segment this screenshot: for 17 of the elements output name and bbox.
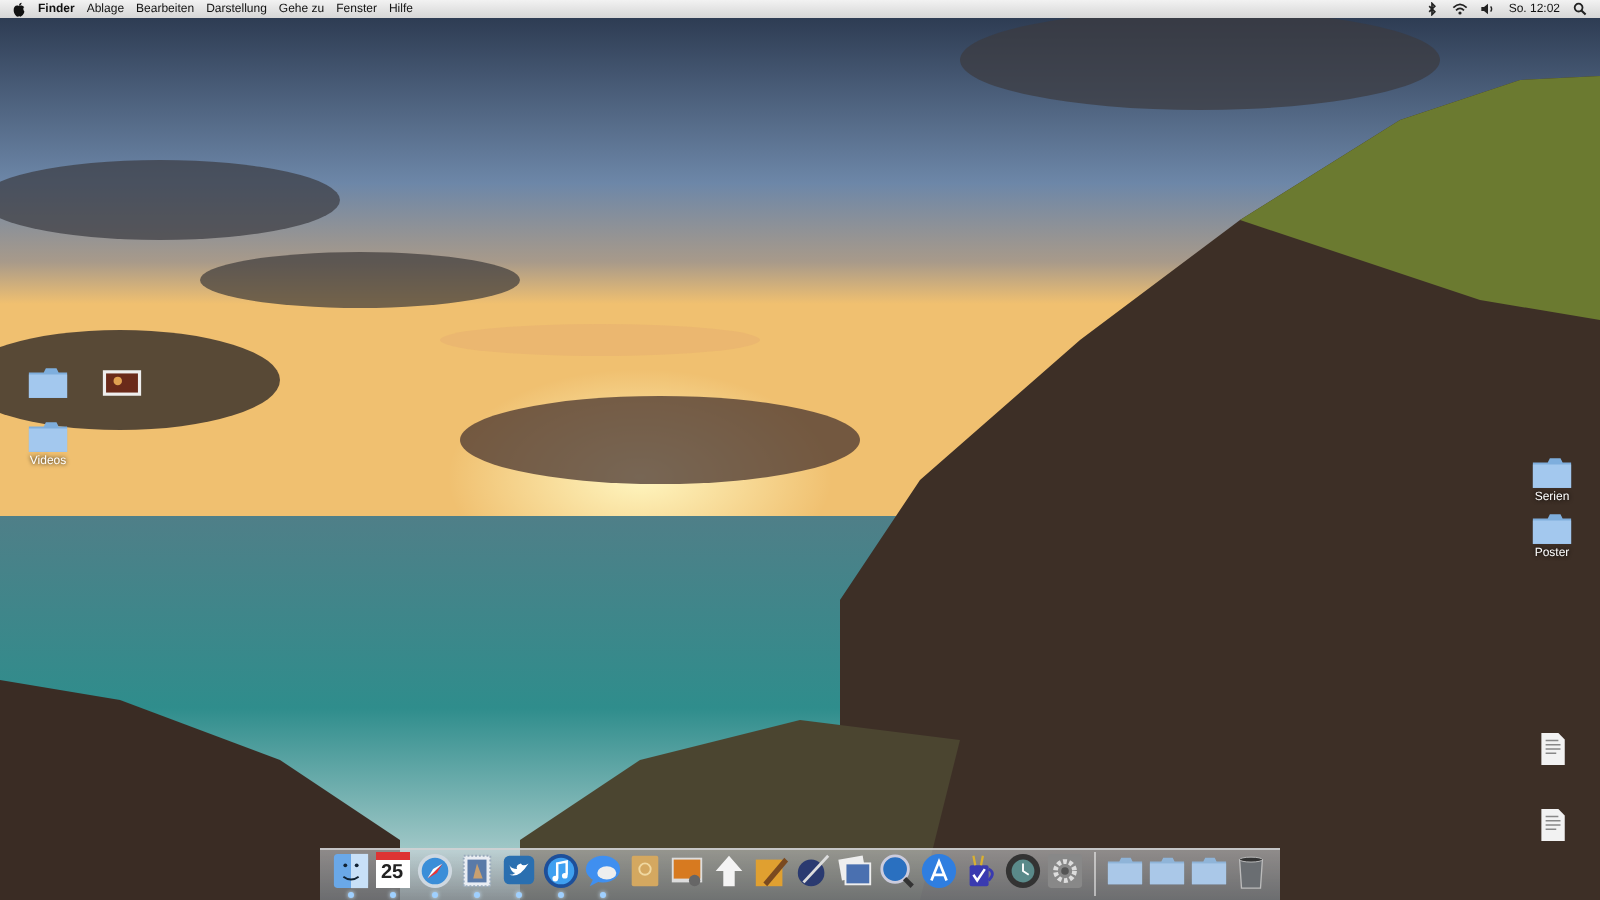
bluetooth-icon[interactable]	[1424, 2, 1441, 16]
letter-a-icon[interactable]	[919, 852, 957, 890]
wifi-icon[interactable]	[1452, 2, 1469, 16]
picture-file-icon[interactable]	[100, 366, 144, 400]
dock-separator	[1093, 852, 1095, 896]
clock-icon[interactable]	[1003, 852, 1041, 890]
search-icon[interactable]	[1572, 2, 1588, 16]
pencil-icon[interactable]	[751, 852, 789, 890]
speaker-icon[interactable]	[1480, 2, 1497, 16]
apple-icon[interactable]	[12, 1, 26, 17]
speech-bubble-icon[interactable]	[583, 852, 621, 890]
photos-icon[interactable]	[835, 852, 873, 890]
magnifier-icon[interactable]	[877, 852, 915, 890]
music-note-icon[interactable]	[541, 852, 579, 890]
calendar-icon[interactable]: 25	[375, 852, 409, 888]
compass-icon[interactable]	[415, 852, 453, 890]
pen-icon[interactable]	[793, 852, 831, 890]
